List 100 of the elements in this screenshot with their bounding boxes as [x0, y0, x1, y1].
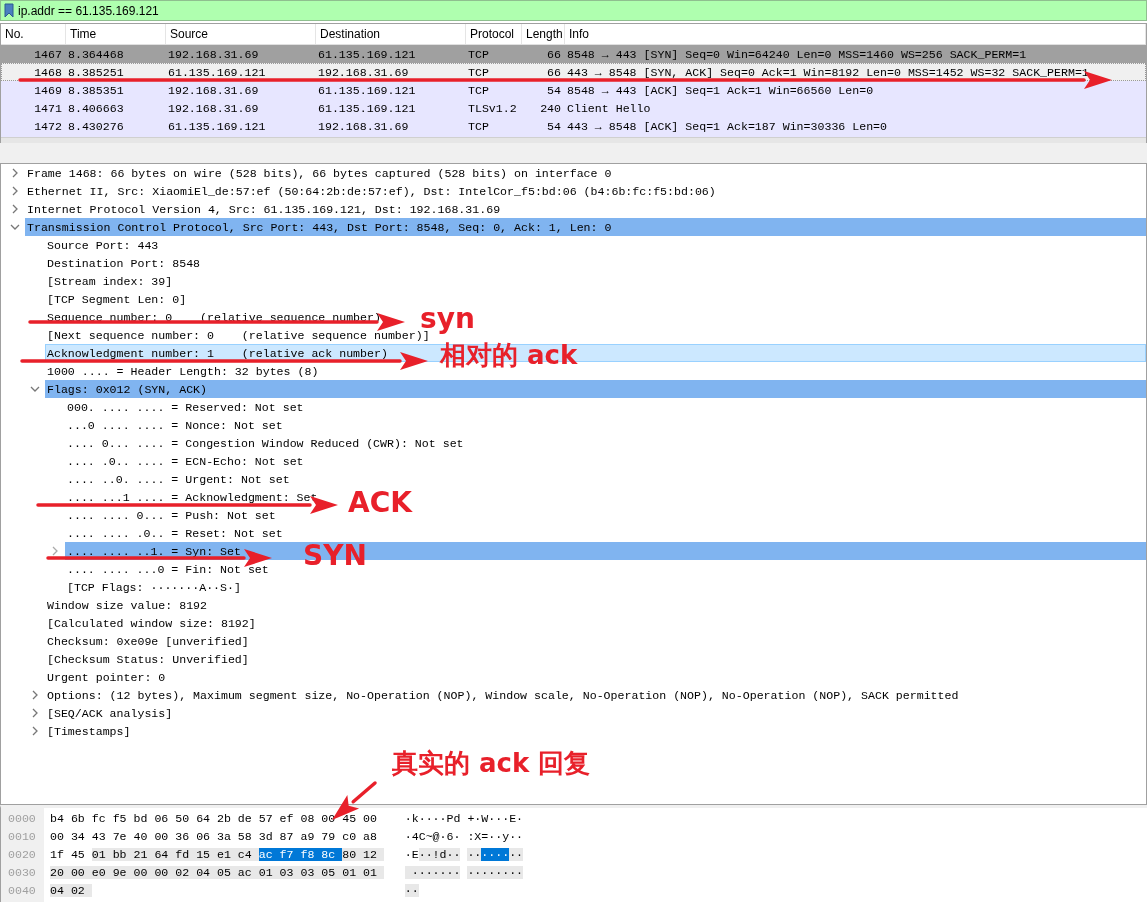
column-header[interactable]: Source: [166, 24, 316, 44]
ascii-char[interactable]: ·: [467, 847, 475, 861]
ascii-char[interactable]: ·: [495, 829, 503, 843]
ascii-char[interactable]: E: [509, 811, 517, 825]
tree-item[interactable]: [TCP Flags: ·······A··S·]: [67, 580, 241, 594]
hex-byte[interactable]: 20: [50, 865, 71, 879]
ascii-char[interactable]: ·: [467, 865, 475, 879]
ascii-char[interactable]: ·: [432, 865, 440, 879]
hex-byte[interactable]: 01: [91, 847, 113, 861]
chevron-down-icon[interactable]: [30, 384, 40, 394]
ascii-char[interactable]: +: [467, 811, 475, 825]
ascii-char[interactable]: ~: [425, 829, 433, 843]
chevron-right-icon[interactable]: [10, 168, 20, 178]
hex-byte[interactable]: 40: [133, 829, 155, 843]
hex-byte[interactable]: ac: [237, 865, 259, 879]
ascii-char[interactable]: ·: [425, 847, 433, 861]
hex-byte[interactable]: 00: [154, 865, 176, 879]
ascii-char[interactable]: ·: [495, 847, 503, 861]
ascii-char[interactable]: ·: [481, 847, 489, 861]
ascii-char[interactable]: ·: [411, 865, 419, 879]
ascii-char[interactable]: C: [418, 829, 426, 843]
hex-byte[interactable]: 45: [342, 811, 364, 825]
column-header[interactable]: Length: [522, 24, 565, 44]
tree-item[interactable]: Checksum: 0xe09e [unverified]: [47, 634, 249, 648]
hex-byte[interactable]: fd: [175, 847, 197, 861]
chevron-right-icon[interactable]: [10, 186, 20, 196]
ascii-char[interactable]: ·: [516, 829, 524, 843]
tree-item[interactable]: .... .... .0.. = Reset: Not set: [67, 526, 283, 540]
chevron-right-icon[interactable]: [30, 690, 40, 700]
hex-byte[interactable]: 00: [363, 811, 384, 825]
ascii-char[interactable]: d: [439, 847, 447, 861]
ascii-char[interactable]: !: [432, 847, 440, 861]
ascii-char[interactable]: ·: [418, 811, 426, 825]
hex-byte[interactable]: a9: [300, 829, 322, 843]
hex-byte[interactable]: 2b: [216, 811, 238, 825]
ascii-char[interactable]: X: [474, 829, 482, 843]
ascii-char[interactable]: d: [453, 811, 461, 825]
hex-byte[interactable]: a8: [363, 829, 384, 843]
tree-item[interactable]: ...0 .... .... = Nonce: Not set: [67, 418, 283, 432]
hex-byte[interactable]: 04: [196, 865, 217, 879]
hex-byte[interactable]: e1: [216, 847, 238, 861]
tree-item[interactable]: .... .0.. .... = ECN-Echo: Not set: [67, 454, 304, 468]
hex-byte[interactable]: 03: [279, 865, 301, 879]
tree-item[interactable]: .... 0... .... = Congestion Window Reduced (CWR): Not set: [67, 436, 464, 450]
ascii-char[interactable]: ·: [404, 811, 412, 825]
tree-item[interactable]: Source Port: 443: [47, 238, 159, 252]
hex-byte[interactable]: 02: [70, 883, 92, 897]
tree-item[interactable]: .... .... 0... = Push: Not set: [67, 508, 276, 522]
hex-byte[interactable]: f5: [112, 811, 134, 825]
tree-item[interactable]: [Calculated window size: 8192]: [47, 616, 256, 630]
ascii-char[interactable]: ·: [502, 865, 510, 879]
ascii-char[interactable]: ·: [509, 829, 517, 843]
hex-byte[interactable]: ef: [279, 811, 301, 825]
ascii-char[interactable]: ·: [432, 811, 440, 825]
tree-item[interactable]: Acknowledgment number: 1 (relative ack number): [47, 346, 388, 360]
display-filter-field[interactable]: ip.addr == 61.135.169.121: [0, 0, 1147, 21]
ascii-char[interactable]: W: [481, 811, 489, 825]
chevron-right-icon[interactable]: [30, 726, 40, 736]
hex-byte[interactable]: 00: [133, 865, 155, 879]
tree-item[interactable]: [SEQ/ACK analysis]: [47, 706, 173, 720]
hex-byte[interactable]: de: [237, 811, 259, 825]
chevron-right-icon[interactable]: [50, 546, 60, 556]
column-header[interactable]: Time: [66, 24, 166, 44]
hex-byte[interactable]: 05: [321, 865, 343, 879]
tree-item[interactable]: .... ..0. .... = Urgent: Not set: [67, 472, 290, 486]
ascii-char[interactable]: ·: [495, 865, 503, 879]
ascii-char[interactable]: ·: [474, 865, 482, 879]
hex-byte[interactable]: 01: [258, 865, 280, 879]
ascii-char[interactable]: ·: [488, 829, 496, 843]
ascii-char[interactable]: ·: [488, 865, 496, 879]
ascii-char[interactable]: ·: [425, 811, 433, 825]
tree-item[interactable]: [Stream index: 39]: [47, 274, 173, 288]
ascii-char[interactable]: ·: [439, 829, 447, 843]
hex-byte[interactable]: 00: [70, 865, 92, 879]
hex-byte[interactable]: 57: [258, 811, 280, 825]
hex-byte[interactable]: 12: [363, 847, 384, 861]
ascii-char[interactable]: 6: [446, 829, 454, 843]
tree-item[interactable]: Options: (12 bytes), Maximum segment size, No-Operation (NOP), Window scale, No-Operation (NOP), No-Operation (NOP), SACK permitted: [47, 688, 959, 702]
ascii-char[interactable]: P: [446, 811, 454, 825]
ascii-char[interactable]: 4: [411, 829, 419, 843]
ascii-char[interactable]: ·: [411, 883, 419, 897]
ascii-char[interactable]: ·: [418, 847, 426, 861]
ascii-char[interactable]: k: [411, 811, 419, 825]
hex-byte[interactable]: 87: [279, 829, 301, 843]
hex-byte[interactable]: bd: [133, 811, 155, 825]
hex-byte[interactable]: 03: [300, 865, 322, 879]
hex-byte[interactable]: c0: [342, 829, 364, 843]
hex-byte[interactable]: 02: [175, 865, 197, 879]
ascii-char[interactable]: ·: [453, 847, 461, 861]
hex-byte[interactable]: 58: [237, 829, 259, 843]
hex-byte[interactable]: c4: [237, 847, 259, 861]
ascii-char[interactable]: =: [481, 829, 489, 843]
ascii-char[interactable]: ·: [418, 865, 426, 879]
ascii-char[interactable]: ·: [425, 865, 433, 879]
tree-item[interactable]: Internet Protocol Version 4, Src: 61.135.169.121, Dst: 192.168.31.69: [27, 202, 501, 216]
hex-byte[interactable]: 00: [154, 829, 176, 843]
tree-item[interactable]: Ethernet II, Src: XiaomiEl_de:57:ef (50:64:2b:de:57:ef), Dst: IntelCor_f5:bd:06 (b4:6b:fc:f5:bd:06): [27, 184, 716, 198]
hex-byte[interactable]: 50: [175, 811, 197, 825]
hex-byte[interactable]: e0: [91, 865, 113, 879]
ascii-char[interactable]: ·: [404, 847, 412, 861]
